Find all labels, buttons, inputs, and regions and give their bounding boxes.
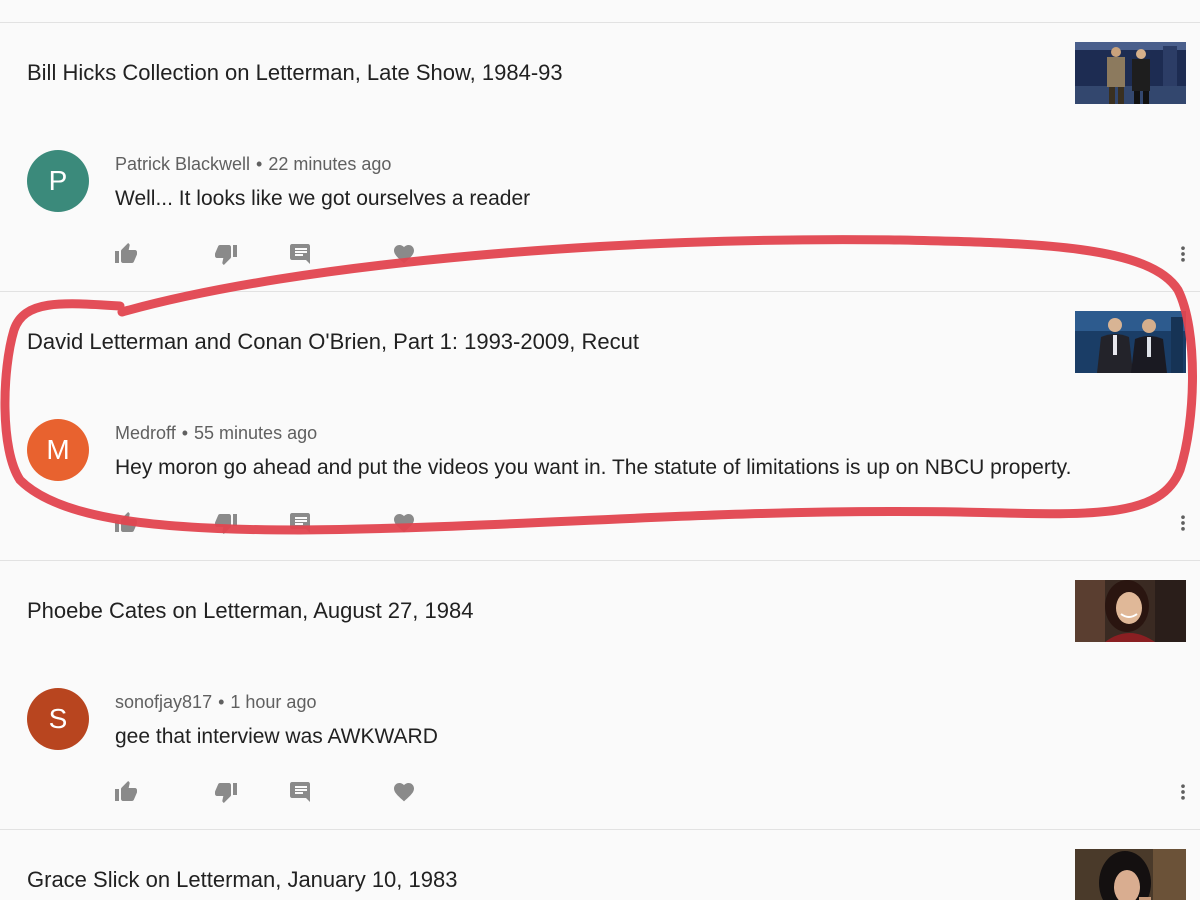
comment-icon <box>290 513 310 533</box>
comment-icon <box>290 782 310 802</box>
heart-icon <box>394 783 414 802</box>
reply-button[interactable] <box>281 772 321 812</box>
more-vert-icon <box>1181 515 1185 531</box>
separator-dot: • <box>256 154 263 174</box>
heart-button[interactable] <box>384 772 424 812</box>
video-thumbnail[interactable] <box>1075 42 1186 104</box>
thumb-up-icon <box>115 781 137 801</box>
video-title-link[interactable]: Phoebe Cates on Letterman, August 27, 19… <box>27 598 473 624</box>
avatar[interactable]: S <box>27 688 89 750</box>
comment-meta: Medroff • 55 minutes ago <box>115 423 317 444</box>
comment-author[interactable]: Patrick Blackwell <box>115 154 250 174</box>
thumb-down-icon <box>215 245 237 265</box>
heart-button[interactable] <box>384 234 424 274</box>
feed-item: David Letterman and Conan O'Brien, Part … <box>0 291 1200 559</box>
comment-actions <box>0 234 1200 278</box>
dislike-button[interactable] <box>206 772 246 812</box>
like-button[interactable] <box>106 503 146 543</box>
comment-author[interactable]: sonofjay817 <box>115 692 212 712</box>
video-thumbnail[interactable] <box>1075 311 1186 373</box>
dislike-button[interactable] <box>206 503 246 543</box>
thumb-down-icon <box>215 514 237 534</box>
avatar[interactable]: M <box>27 419 89 481</box>
heart-icon <box>394 514 414 533</box>
more-vert-icon <box>1181 246 1185 262</box>
heart-button[interactable] <box>384 503 424 543</box>
video-thumbnail[interactable] <box>1075 580 1186 642</box>
more-options-button[interactable] <box>1163 772 1200 812</box>
thumb-up-icon <box>115 512 137 532</box>
comment-text: gee that interview was AWKWARD <box>115 725 438 748</box>
comment-text: Well... It looks like we got ourselves a… <box>115 187 531 210</box>
dislike-button[interactable] <box>206 234 246 274</box>
reply-button[interactable] <box>281 234 321 274</box>
comment-meta: sonofjay817 • 1 hour ago <box>115 692 316 713</box>
video-title-link[interactable]: Grace Slick on Letterman, January 10, 19… <box>27 867 457 893</box>
thumb-up-icon <box>115 243 137 263</box>
like-button[interactable] <box>106 234 146 274</box>
more-vert-icon <box>1181 784 1185 800</box>
comment-actions <box>0 772 1200 816</box>
comment-time: 1 hour ago <box>230 692 317 712</box>
feed-item: Phoebe Cates on Letterman, August 27, 19… <box>0 560 1200 828</box>
comment-text: Hey moron go ahead and put the videos yo… <box>115 456 1072 479</box>
like-button[interactable] <box>106 772 146 812</box>
more-options-button[interactable] <box>1163 234 1200 274</box>
comment-time: 22 minutes ago <box>268 154 392 174</box>
more-options-button[interactable] <box>1163 503 1200 543</box>
comments-feed: Bill Hicks Collection on Letterman, Late… <box>0 0 1200 900</box>
comment-actions <box>0 503 1200 547</box>
video-thumbnail[interactable] <box>1075 849 1186 900</box>
video-title-link[interactable]: David Letterman and Conan O'Brien, Part … <box>27 329 639 355</box>
video-title-link[interactable]: Bill Hicks Collection on Letterman, Late… <box>27 60 563 86</box>
comment-author[interactable]: Medroff <box>115 423 176 443</box>
feed-item: Bill Hicks Collection on Letterman, Late… <box>0 22 1200 290</box>
comment-meta: Patrick Blackwell • 22 minutes ago <box>115 154 391 175</box>
thumb-down-icon <box>215 783 237 803</box>
separator-dot: • <box>218 692 225 712</box>
avatar[interactable]: P <box>27 150 89 212</box>
heart-icon <box>394 245 414 264</box>
comment-icon <box>290 244 310 264</box>
separator-dot: • <box>181 423 189 443</box>
reply-button[interactable] <box>281 503 321 543</box>
comment-time: 55 minutes ago <box>194 423 318 443</box>
feed-item: Grace Slick on Letterman, January 10, 19… <box>0 829 1200 900</box>
